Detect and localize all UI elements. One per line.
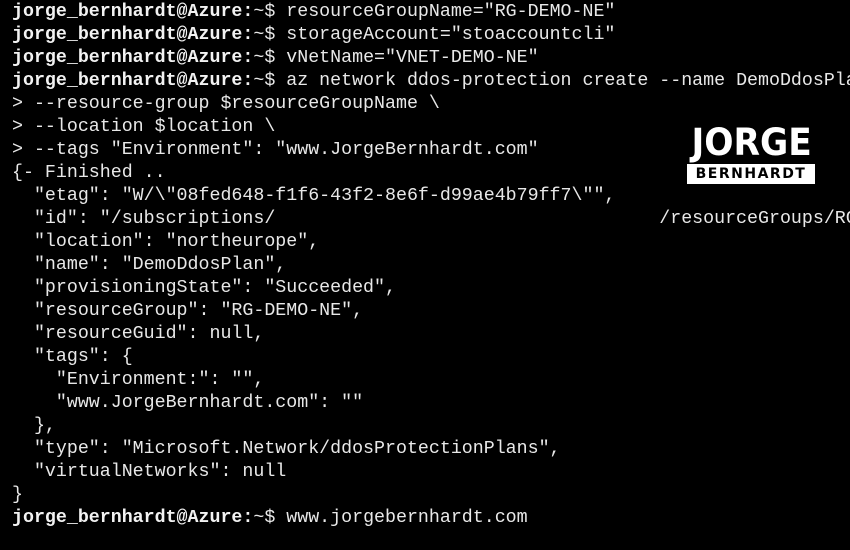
line-text: "etag": "W/\"08fed648-f1f6-43f2-8e6f-d99… (12, 186, 616, 206)
shell-prompt: jorge_bernhardt@Azure: (12, 2, 254, 22)
line-text: {- Finished .. (12, 163, 166, 183)
output-line: "type": "Microsoft.Network/ddosProtectio… (12, 438, 850, 461)
command-line: jorge_bernhardt@Azure:~$ www.jorgebernha… (12, 507, 850, 530)
line-text: ~$ storageAccount="stoaccountcli" (253, 25, 616, 45)
output-line: "virtualNetworks": null (12, 461, 850, 484)
output-line: "id": "/subscriptions/ /resourceGroups/R… (12, 208, 850, 231)
output-line: "tags": { (12, 346, 850, 369)
output-line: "etag": "W/\"08fed648-f1f6-43f2-8e6f-d99… (12, 185, 850, 208)
logo: JORGE BERNHARDT (687, 124, 815, 184)
output-line: > --resource-group $resourceGroupName \ (12, 93, 850, 116)
output-line: } (12, 484, 850, 507)
output-line: "resourceGuid": null, (12, 323, 850, 346)
output-line: "provisioningState": "Succeeded", (12, 277, 850, 300)
output-line: "www.JorgeBernhardt.com": "" (12, 392, 850, 415)
line-text: > --resource-group $resourceGroupName \ (12, 94, 440, 114)
line-text: "location": "northeurope", (12, 232, 320, 252)
line-text: } (12, 485, 23, 505)
line-text: "id": "/subscriptions/ /resourceGroups/R… (33, 209, 850, 229)
line-text: "resourceGroup": "RG-DEMO-NE", (12, 301, 364, 321)
line-text: "name": "DemoDdosPlan", (12, 255, 287, 275)
output-line: "name": "DemoDdosPlan", (12, 254, 850, 277)
shell-prompt: jorge_bernhardt@Azure: (12, 25, 254, 45)
line-text: "virtualNetworks": null (12, 462, 287, 482)
output-line: "resourceGroup": "RG-DEMO-NE", (12, 300, 850, 323)
logo-bottom-text: BERNHARDT (687, 164, 815, 184)
line-text: "resourceGuid": null, (12, 324, 265, 344)
terminal-output[interactable]: jorge_bernhardt@Azure:~$ resourceGroupNa… (12, 1, 850, 530)
line-text: > --tags "Environment": "www.JorgeBernha… (12, 140, 539, 160)
command-line: jorge_bernhardt@Azure:~$ storageAccount=… (12, 24, 850, 47)
line-text: "tags": { (12, 347, 133, 367)
line-text: "Environment:": "", (12, 370, 265, 390)
line-text: ~$ az network ddos-protection create --n… (253, 71, 850, 91)
line-text: "provisioningState": "Succeeded", (12, 278, 396, 298)
output-line: "Environment:": "", (12, 369, 850, 392)
logo-top-text: JORGE (691, 121, 812, 164)
line-text: ~$ vNetName="VNET-DEMO-NE" (253, 48, 539, 68)
line-text: "type": "Microsoft.Network/ddosProtectio… (12, 439, 561, 459)
line-text: ~$ resourceGroupName="RG-DEMO-NE" (253, 2, 616, 22)
line-text: ~$ www.jorgebernhardt.com (253, 508, 528, 528)
output-line: }, (12, 415, 850, 438)
line-text: }, (12, 416, 56, 436)
command-line: jorge_bernhardt@Azure:~$ az network ddos… (12, 70, 850, 93)
line-text: "www.JorgeBernhardt.com": "" (12, 393, 364, 413)
output-line: "location": "northeurope", (12, 231, 850, 254)
shell-prompt: jorge_bernhardt@Azure: (12, 71, 254, 91)
shell-prompt: jorge_bernhardt@Azure: (12, 508, 254, 528)
command-line: jorge_bernhardt@Azure:~$ vNetName="VNET-… (12, 47, 850, 70)
line-text: > --location $location \ (12, 117, 276, 137)
shell-prompt: jorge_bernhardt@Azure: (12, 48, 254, 68)
command-line: jorge_bernhardt@Azure:~$ resourceGroupNa… (12, 1, 850, 24)
